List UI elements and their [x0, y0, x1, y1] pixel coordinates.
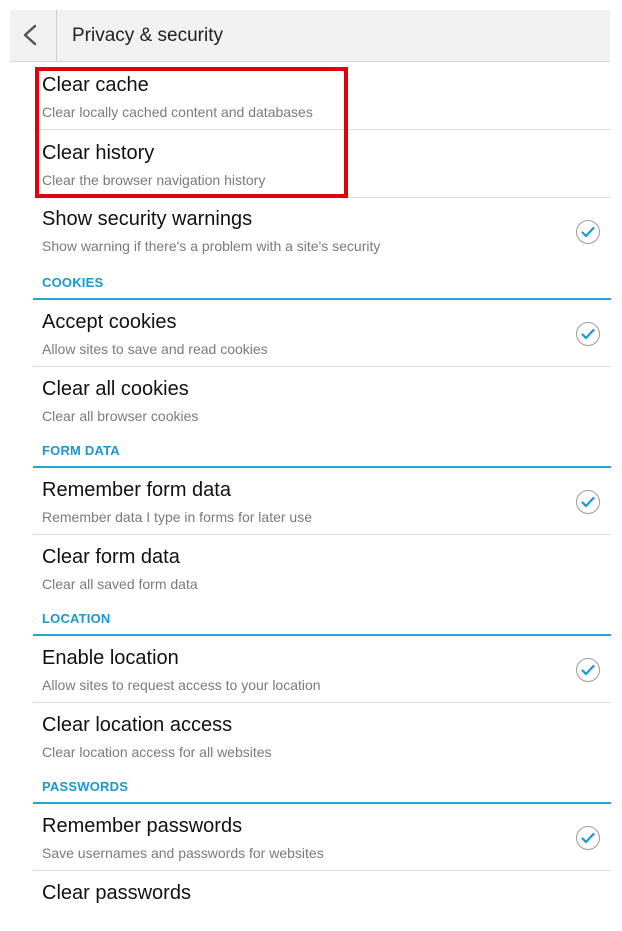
setting-clear-history[interactable]: Clear history Clear the browser navigati…: [33, 130, 611, 198]
section-header-cookies: COOKIES: [33, 266, 611, 300]
setting-clear-all-cookies[interactable]: Clear all cookies Clear all browser cook…: [33, 367, 611, 434]
setting-show-security-warnings[interactable]: Show security warnings Show warning if t…: [33, 198, 611, 266]
section-label: FORM DATA: [42, 443, 120, 458]
setting-title: Remember passwords: [42, 815, 243, 837]
setting-clear-form-data[interactable]: Clear form data Clear all saved form dat…: [33, 535, 611, 602]
setting-title: Enable location: [42, 647, 179, 669]
setting-remember-passwords[interactable]: Remember passwords Save usernames and pa…: [33, 804, 611, 871]
section-label: COOKIES: [42, 275, 104, 290]
setting-subtitle: Allow sites to save and read cookies: [42, 341, 268, 357]
setting-title: Clear location access: [42, 714, 233, 736]
setting-title: Remember form data: [42, 479, 231, 501]
page-title: Privacy & security: [72, 25, 223, 46]
accept-cookies-checkbox[interactable]: [576, 322, 600, 346]
section-label: PASSWORDS: [42, 779, 129, 794]
setting-title: Accept cookies: [42, 311, 177, 333]
section-label: LOCATION: [42, 611, 111, 626]
security-warnings-checkbox[interactable]: [576, 220, 600, 244]
setting-title: Clear cache: [42, 74, 149, 96]
setting-title: Clear form data: [42, 546, 180, 568]
checkmark-icon: [581, 832, 595, 844]
top-bar: Privacy & security: [10, 10, 610, 62]
setting-subtitle: Clear location access for all websites: [42, 744, 272, 760]
setting-subtitle: Clear all saved form data: [42, 576, 198, 592]
setting-subtitle: Allow sites to request access to your lo…: [42, 677, 321, 693]
remember-passwords-checkbox[interactable]: [576, 826, 600, 850]
section-header-form-data: FORM DATA: [33, 434, 611, 468]
back-button[interactable]: [10, 10, 57, 61]
checkmark-icon: [581, 496, 595, 508]
enable-location-checkbox[interactable]: [576, 658, 600, 682]
setting-title: Clear all cookies: [42, 378, 189, 400]
setting-subtitle: Clear the browser navigation history: [42, 172, 266, 188]
setting-subtitle: Clear all browser cookies: [42, 408, 199, 424]
setting-accept-cookies[interactable]: Accept cookies Allow sites to save and r…: [33, 300, 611, 367]
checkmark-icon: [581, 328, 595, 340]
setting-subtitle: Save usernames and passwords for website…: [42, 845, 324, 861]
setting-title: Clear passwords: [42, 882, 191, 904]
settings-list: Clear cache Clear locally cached content…: [33, 62, 611, 931]
setting-remember-form-data[interactable]: Remember form data Remember data I type …: [33, 468, 611, 535]
setting-title: Clear history: [42, 142, 155, 164]
setting-clear-passwords[interactable]: Clear passwords: [33, 871, 611, 931]
setting-clear-location-access[interactable]: Clear location access Clear location acc…: [33, 703, 611, 770]
setting-subtitle: Clear locally cached content and databas…: [42, 104, 313, 120]
setting-subtitle: Remember data I type in forms for later …: [42, 509, 312, 525]
setting-title: Show security warnings: [42, 208, 253, 230]
checkmark-icon: [581, 226, 595, 238]
setting-clear-cache[interactable]: Clear cache Clear locally cached content…: [33, 62, 611, 130]
setting-subtitle: Show warning if there's a problem with a…: [42, 238, 381, 254]
remember-form-data-checkbox[interactable]: [576, 490, 600, 514]
checkmark-icon: [581, 664, 595, 676]
setting-enable-location[interactable]: Enable location Allow sites to request a…: [33, 636, 611, 703]
section-header-location: LOCATION: [33, 602, 611, 636]
section-header-passwords: PASSWORDS: [33, 770, 611, 804]
chevron-left-icon: [23, 24, 37, 46]
